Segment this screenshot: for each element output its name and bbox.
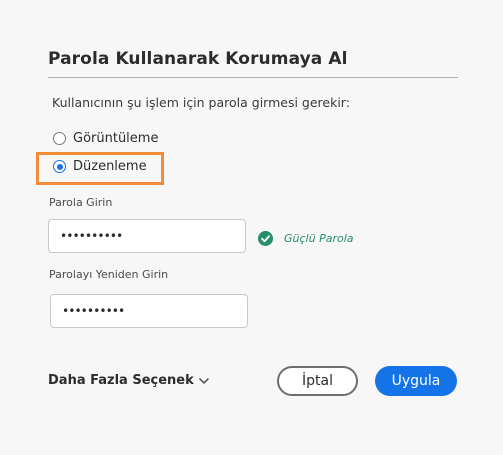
dialog-title: Parola Kullanarak Korumaya Al bbox=[48, 49, 348, 69]
more-options-toggle[interactable]: Daha Fazla Seçenek bbox=[48, 373, 210, 388]
cancel-button[interactable]: İptal bbox=[277, 366, 358, 396]
chevron-down-icon bbox=[199, 377, 209, 384]
check-circle-icon bbox=[258, 231, 273, 246]
confirm-password-label: Parolayı Yeniden Girin bbox=[49, 268, 169, 281]
password-input[interactable]: •••••••••• bbox=[48, 219, 246, 253]
apply-button[interactable]: Uygula bbox=[375, 366, 457, 396]
password-label: Parola Girin bbox=[49, 196, 113, 209]
highlight-annotation-box bbox=[36, 152, 164, 185]
more-options-label: Daha Fazla Seçenek bbox=[48, 373, 194, 388]
confirm-password-input[interactable]: •••••••••• bbox=[50, 294, 248, 328]
radio-option-view[interactable]: Görüntüleme bbox=[53, 131, 158, 146]
password-strength-label: Güçlü Parola bbox=[284, 232, 354, 245]
protect-with-password-dialog: Parola Kullanarak Korumaya Al Kullanıcın… bbox=[0, 0, 503, 455]
password-strength-indicator: Güçlü Parola bbox=[258, 231, 354, 246]
title-divider bbox=[48, 77, 458, 78]
radio-button-view[interactable] bbox=[53, 132, 66, 145]
permission-prompt: Kullanıcının şu işlem için parola girmes… bbox=[52, 95, 350, 110]
radio-label-view: Görüntüleme bbox=[73, 131, 159, 146]
